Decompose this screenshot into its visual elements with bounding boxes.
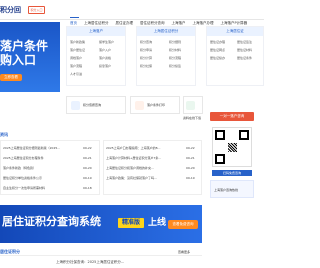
- news-date: 09-21: [83, 156, 92, 160]
- column-residence: 上海居住证 居住证办理 居住证签注 居住证网点 居住证材料 居住证续办 居住证条…: [206, 26, 264, 86]
- hero-line-2: 购入口: [0, 53, 37, 67]
- points-section-header: 居住证积分: [0, 248, 202, 256]
- banner-pill: 精准版: [118, 218, 144, 228]
- section-title: 居住证积分: [0, 249, 20, 254]
- news-date: 09-21: [186, 156, 195, 160]
- column-link[interactable]: 积分查询: [140, 40, 152, 44]
- column-link[interactable]: 积分续签: [169, 64, 181, 68]
- quick-link-query[interactable]: 积分值按查询: [66, 96, 126, 114]
- news-item[interactable]: 落户条件新政（特色篇）: [3, 166, 81, 170]
- quick-link-label: 落户条件打印: [147, 103, 166, 107]
- column-title: 上海落户: [67, 27, 125, 36]
- main-nav: 首页 上海居住证积分 居住证办理 居住证积分查询 上海落户 上海落户办理 上海落户P计算器: [70, 9, 254, 25]
- column-link[interactable]: 积分流程: [169, 56, 181, 60]
- qr-code[interactable]: [212, 127, 252, 167]
- column-link[interactable]: 留学生落户: [99, 40, 114, 44]
- news-date: 09-19: [83, 176, 92, 180]
- hero-button[interactable]: 立即查看: [0, 74, 22, 81]
- column-link[interactable]: 落户入户: [99, 48, 111, 52]
- column-link[interactable]: 积分社保: [140, 64, 152, 68]
- quick-link-label: 资料在线下载: [183, 116, 202, 120]
- banner-text: 居住证积分查询系统: [2, 215, 101, 228]
- points-entry-button[interactable]: 积分入口: [28, 6, 45, 14]
- news-item[interactable]: 上海落户政策：没有社保就落户了吗...: [106, 176, 184, 180]
- article-link[interactable]: 上海积分社保查询：2025上海居住证积分...: [56, 259, 124, 265]
- news-date: 09-20: [83, 166, 92, 170]
- column-link[interactable]: 居住证续办: [210, 56, 225, 60]
- news-date: 09-20: [186, 166, 195, 170]
- column-link[interactable]: 居住证条件: [237, 56, 252, 60]
- news-list-left: 2025上海居住证积分细则最新版（2025... 09-22 2025上海居住证…: [0, 140, 100, 195]
- top-bar: 积分回 积分入口 首页 上海居住证积分 居住证办理 居住证积分查询 上海落户 上海落户办理…: [0, 0, 264, 25]
- document-icon: [135, 101, 144, 110]
- site-logo[interactable]: 积分回: [0, 4, 26, 16]
- hotline-title: 上海落户咨询热线: [214, 188, 239, 192]
- news-date: 09-19: [186, 176, 195, 180]
- hero-line-1: 落户条件: [0, 39, 49, 53]
- more-link[interactable]: 查看更多: [178, 250, 190, 254]
- hero-banner[interactable]: 落户条件 购入口 立即查看: [0, 22, 60, 92]
- column-link[interactable]: 居住证材料: [237, 48, 252, 52]
- column-link[interactable]: 居住证网点: [210, 48, 225, 52]
- news-date: 09-22: [83, 146, 92, 150]
- news-item[interactable]: 居住证积分单位资格条件公示: [3, 176, 81, 180]
- column-link[interactable]: 居住证办理: [210, 40, 225, 44]
- news-date: 09-18: [83, 186, 92, 190]
- qr-finder: [239, 130, 249, 140]
- hotline-box: 上海落户咨询热线: [210, 180, 254, 198]
- quick-link-label: 积分值按查询: [83, 103, 102, 107]
- column-link[interactable]: 落户居住证: [70, 48, 85, 52]
- column-link[interactable]: 积分细则: [169, 40, 181, 44]
- news-item[interactable]: 2025上海居住证积分细则最新版（2025...: [3, 146, 81, 150]
- news-section-title: 资讯: [0, 132, 8, 137]
- column-link[interactable]: 落户资格: [99, 56, 111, 60]
- column-settlement: 上海落户 落户新政策 留学生落户 落户居住证 落户入户 调档落户 落户资格 落户…: [66, 26, 126, 86]
- news-date: 09-22: [186, 146, 195, 150]
- quick-link-download[interactable]: [183, 96, 203, 114]
- free-consult-button[interactable]: 查看免费咨询: [168, 220, 198, 229]
- column-link[interactable]: 居住证签注: [237, 40, 252, 44]
- column-link[interactable]: 积分计算: [140, 56, 152, 60]
- news-list-right: 2025上海户口办理指南：上海落户的8... 09-22 上海落户计算材料+居住…: [103, 140, 202, 195]
- qr-finder: [215, 130, 225, 140]
- news-item[interactable]: 上海居住证积分和落户调档的补充...: [106, 166, 184, 170]
- column-link[interactable]: 调档落户: [70, 56, 82, 60]
- quick-link-print[interactable]: 落户条件打印: [130, 96, 180, 114]
- column-link[interactable]: 积分申请: [140, 48, 152, 52]
- news-item[interactable]: 自主生积分一次性申请所需材料: [3, 186, 81, 190]
- column-link[interactable]: 投靠落户: [99, 64, 111, 68]
- column-link[interactable]: 人才引进: [70, 72, 82, 76]
- search-icon: [71, 101, 80, 110]
- qr-pattern: [228, 143, 237, 152]
- banner-tail: 上线: [148, 218, 167, 228]
- qr-finder: [215, 154, 225, 164]
- column-title: 上海居住证积分: [137, 27, 195, 36]
- qr-scan-bar[interactable]: 扫码免费咨询: [212, 170, 252, 176]
- consult-title: 一对一落户咨询: [210, 112, 254, 121]
- column-link[interactable]: 落户新政策: [70, 40, 85, 44]
- column-link[interactable]: 落户流程: [70, 64, 82, 68]
- news-item[interactable]: 上海落户计算材料+居住证积分落户7条...: [106, 156, 184, 160]
- column-points: 上海居住证积分 积分查询 积分细则 积分申请 积分材料 积分计算 积分流程 积分…: [136, 26, 196, 86]
- column-link[interactable]: 积分材料: [169, 48, 181, 52]
- column-title: 上海居住证: [207, 27, 263, 36]
- download-icon: [186, 101, 195, 110]
- nav-active-indicator: [70, 17, 79, 18]
- news-item[interactable]: 2025上海户口办理指南：上海落户的8...: [106, 146, 184, 150]
- news-item[interactable]: 2025上海居住证积分办理条件: [3, 156, 81, 160]
